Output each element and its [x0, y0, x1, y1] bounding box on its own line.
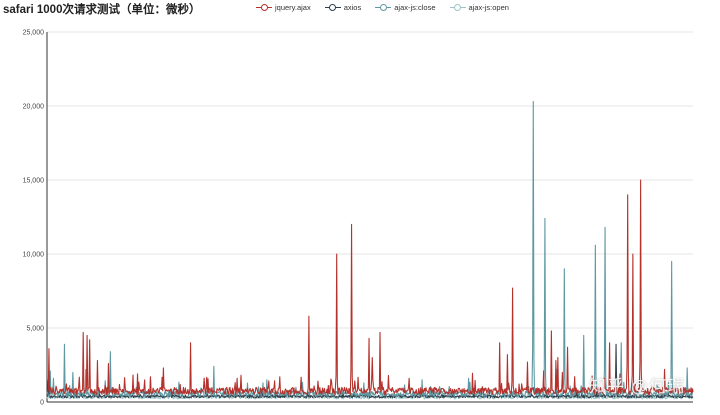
y-tick-label: 25,000 [23, 30, 45, 37]
watermark: 知乎 @何瑞 [589, 377, 685, 396]
y-tick-label: 10,000 [23, 252, 45, 259]
y-tick-label: 20,000 [23, 104, 45, 111]
plot-area: 0 5,000 10,000 15,000 20,000 25,000 [23, 30, 694, 407]
y-tick-label: 5,000 [26, 326, 44, 333]
y-tick-label: 0 [40, 400, 44, 407]
series-line-ajax-js-close [46, 101, 694, 398]
y-tick-label: 15,000 [23, 178, 45, 185]
